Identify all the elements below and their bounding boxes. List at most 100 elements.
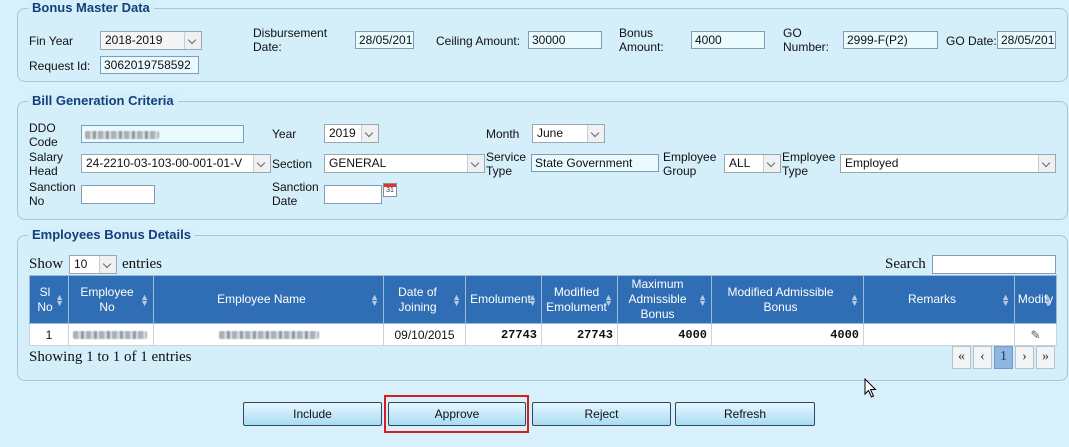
bill-criteria-legend: Bill Generation Criteria: [28, 93, 178, 109]
fin-year-label: Fin Year: [29, 34, 74, 48]
employee-group-label: Employee Group: [663, 150, 717, 178]
bonus-amount-label: Bonus Amount:: [619, 26, 664, 54]
service-type-label: Service Type: [486, 150, 527, 178]
sort-icon: ▲ ▼: [140, 292, 149, 308]
sanction-no-label: Sanction No: [29, 180, 76, 208]
cell-date-of-joining: 09/10/2015: [383, 323, 466, 346]
col-emolument[interactable]: Emolument ▲ ▼: [465, 275, 542, 324]
calendar-day: 31: [386, 187, 394, 194]
fin-year-value: 2018-2019: [105, 33, 163, 47]
sort-icon: ▲ ▼: [1043, 292, 1052, 308]
cell-remarks: [863, 323, 1015, 346]
sort-icon: ▲ ▼: [698, 292, 707, 308]
cell-modify: ✎: [1014, 323, 1057, 346]
col-employee-name[interactable]: Employee Name ▲ ▼: [153, 275, 384, 324]
entries-select[interactable]: 10: [69, 255, 117, 274]
salary-head-value: 24-2210-03-103-00-001-01-V: [86, 156, 243, 170]
month-select[interactable]: June: [532, 124, 605, 143]
year-label: Year: [272, 127, 297, 141]
disbursement-date-field[interactable]: 28/05/201: [355, 31, 414, 49]
entries-value: 10: [74, 257, 88, 271]
year-select[interactable]: 2019: [324, 124, 379, 143]
pencil-icon[interactable]: ✎: [1030, 328, 1040, 342]
service-type-field[interactable]: State Government: [531, 154, 659, 172]
sort-icon: ▲ ▼: [452, 292, 461, 308]
month-value: June: [537, 126, 564, 140]
calendar-icon[interactable]: 31: [383, 183, 397, 197]
redacted-employee-no: [73, 331, 147, 340]
pagination: « ‹ 1 › »: [952, 346, 1056, 369]
prev-page-button[interactable]: ‹: [973, 346, 992, 369]
chevron-down-icon: [253, 155, 270, 172]
month-label: Month: [486, 127, 520, 141]
page-1-button[interactable]: 1: [994, 346, 1013, 369]
table-header-row: Sl No ▲ ▼ Employee No ▲ ▼ Employee Name ▲ ▼ Da…: [29, 275, 1057, 324]
cell-modified-emolument: 27743: [541, 323, 618, 346]
redacted-employee-name: [218, 331, 319, 340]
cell-employee-no: [68, 323, 154, 346]
entries-label: entries: [122, 256, 162, 272]
salary-head-label: Salary Head: [29, 150, 64, 178]
sort-icon: ▲ ▼: [850, 292, 859, 308]
col-remarks[interactable]: Remarks ▲ ▼: [863, 275, 1015, 324]
cell-modified-admissible-bonus: 4000: [711, 323, 864, 346]
col-sl-no[interactable]: Sl No ▲ ▼: [29, 275, 69, 324]
employee-type-value: Employed: [845, 156, 899, 170]
chevron-down-icon: [763, 155, 780, 172]
refresh-button[interactable]: Refresh: [675, 402, 815, 426]
col-date-of-joining[interactable]: Date of Joining ▲ ▼: [383, 275, 466, 324]
next-page-button[interactable]: ›: [1015, 346, 1034, 369]
employees-legend: Employees Bonus Details: [28, 227, 195, 243]
mouse-pointer-icon: [864, 378, 877, 398]
go-date-label: GO Date:: [946, 34, 997, 48]
ddo-code-field[interactable]: [81, 125, 244, 143]
employee-type-label: Employee Type: [782, 150, 836, 178]
col-modify[interactable]: Modify ▲ ▼: [1014, 275, 1057, 324]
employee-type-select[interactable]: Employed: [840, 154, 1056, 173]
col-employee-no[interactable]: Employee No ▲ ▼: [68, 275, 154, 324]
table-row[interactable]: 1 09/10/2015 27743 27743 4000 4000 ✎: [29, 323, 1057, 346]
chevron-down-icon: [587, 125, 604, 142]
cell-sl-no: 1: [29, 323, 69, 346]
sort-icon: ▲ ▼: [370, 292, 379, 308]
show-label: Show: [29, 256, 64, 272]
go-number-label: GO Number:: [783, 26, 830, 54]
sanction-date-field[interactable]: [324, 185, 382, 204]
first-page-button[interactable]: «: [952, 346, 971, 369]
request-id-field[interactable]: 3062019758592: [100, 56, 199, 74]
sanction-no-field[interactable]: [81, 185, 155, 204]
year-value: 2019: [329, 126, 356, 140]
bonus-amount-field[interactable]: 4000: [691, 31, 765, 49]
chevron-down-icon: [1038, 155, 1055, 172]
cell-max-admissible-bonus: 4000: [617, 323, 712, 346]
chevron-down-icon: [184, 32, 201, 49]
search-input[interactable]: [932, 255, 1056, 274]
table-info: Showing 1 to 1 of 1 entries: [29, 349, 192, 365]
go-date-field[interactable]: 28/05/201: [997, 31, 1056, 49]
employees-table: Sl No ▲ ▼ Employee No ▲ ▼ Employee Name ▲ ▼ Da…: [29, 275, 1057, 346]
reject-button[interactable]: Reject: [532, 402, 671, 426]
include-button[interactable]: Include: [243, 402, 382, 426]
request-id-label: Request Id:: [29, 59, 91, 73]
employee-group-select[interactable]: ALL: [724, 154, 781, 173]
col-modified-emolument[interactable]: Modified Emolument ▲ ▼: [541, 275, 618, 324]
bonus-master-legend: Bonus Master Data: [28, 0, 154, 16]
section-value: GENERAL: [329, 156, 387, 170]
ceiling-amount-field[interactable]: 30000: [528, 31, 602, 49]
cell-emolument: 27743: [465, 323, 542, 346]
section-select[interactable]: GENERAL: [324, 154, 485, 173]
sort-icon: ▲ ▼: [1001, 292, 1010, 308]
salary-head-select[interactable]: 24-2210-03-103-00-001-01-V: [81, 154, 271, 173]
sort-icon: ▲ ▼: [55, 292, 64, 308]
last-page-button[interactable]: »: [1036, 346, 1055, 369]
fin-year-select[interactable]: 2018-2019: [100, 31, 202, 50]
chevron-down-icon: [467, 155, 484, 172]
approve-button[interactable]: Approve: [388, 402, 526, 426]
ddo-code-label: DDO Code: [29, 121, 58, 149]
sort-icon: ▲ ▼: [604, 292, 613, 308]
redacted-ddo-code: [85, 130, 159, 139]
col-max-admissible-bonus[interactable]: Maximum Admissible Bonus ▲ ▼: [617, 275, 712, 324]
col-modified-admissible-bonus[interactable]: Modified Admissible Bonus ▲ ▼: [711, 275, 864, 324]
chevron-down-icon: [99, 256, 116, 273]
go-number-field[interactable]: 2999-F(P2): [843, 31, 938, 49]
